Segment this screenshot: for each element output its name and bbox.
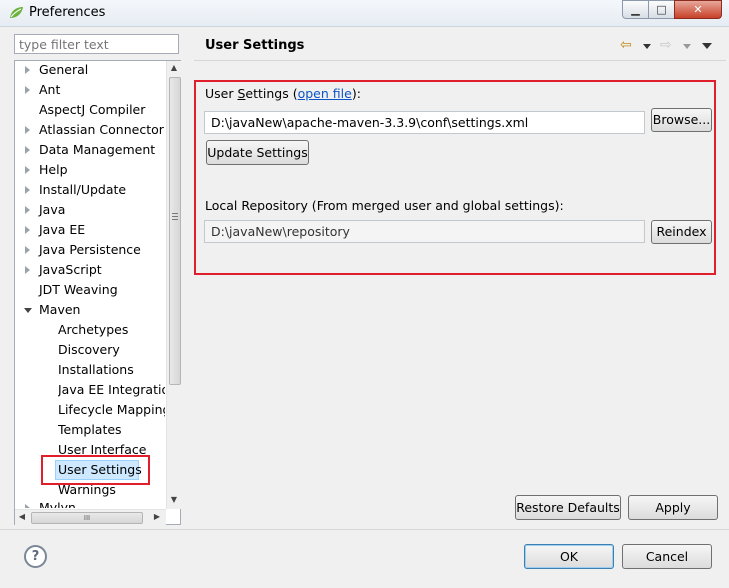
tree-item-label: Java EE	[39, 222, 86, 237]
scroll-up-arrow-icon[interactable]: ▲	[167, 63, 181, 72]
collapsed-arrow-icon[interactable]	[25, 504, 30, 508]
tree-item-label: Java	[39, 202, 66, 217]
tree-item[interactable]: Archetypes	[58, 320, 165, 340]
annotation-highlight-box	[41, 455, 150, 485]
collapsed-arrow-icon[interactable]	[25, 266, 30, 274]
tree-item[interactable]: JDT Weaving	[15, 280, 165, 300]
annotation-highlight-box	[194, 80, 716, 275]
filter-input[interactable]	[14, 34, 179, 54]
tree-item-label: Discovery	[58, 342, 120, 357]
tree-item[interactable]: Templates	[58, 420, 165, 440]
tree-item[interactable]: JavaScript	[15, 260, 165, 280]
open-file-link[interactable]: open file	[298, 86, 352, 101]
footer-divider	[0, 529, 729, 530]
tree-vertical-scrollbar[interactable]: ▲ ▼	[166, 61, 181, 509]
tree-item[interactable]: Java EE Integratio	[58, 380, 165, 400]
help-icon[interactable]: ?	[24, 545, 47, 568]
collapsed-arrow-icon[interactable]	[25, 126, 30, 134]
grip-line	[172, 213, 178, 214]
tree-item[interactable]: Java EE	[15, 220, 165, 240]
collapsed-arrow-icon[interactable]	[25, 226, 30, 234]
header-divider	[194, 60, 726, 61]
user-settings-close: ):	[351, 86, 361, 101]
tree-item[interactable]: Installations	[58, 360, 165, 380]
scroll-down-arrow-icon[interactable]: ▼	[167, 495, 181, 504]
tree-item-label: Java EE Integratio	[58, 382, 165, 397]
collapsed-arrow-icon[interactable]	[25, 66, 30, 74]
update-settings-button[interactable]: Update Settings	[206, 140, 309, 165]
close-button[interactable]: ✕	[674, 0, 722, 19]
tree-item[interactable]: AspectJ Compiler	[15, 100, 165, 120]
tree-vscroll-thumb[interactable]	[169, 77, 181, 385]
browse-button[interactable]: Browse...	[651, 108, 712, 132]
page-title: User Settings	[205, 38, 305, 53]
back-arrow-icon[interactable]: ⇦	[620, 37, 632, 53]
scroll-left-arrow-icon[interactable]: ◀	[17, 512, 27, 521]
tree-item-label: Installations	[58, 362, 134, 377]
tree-item-label: Maven	[39, 302, 81, 317]
tree-item[interactable]: Install/Update	[15, 180, 165, 200]
tree-item-label: JavaScript	[39, 262, 102, 277]
tree-item[interactable]: Mylyn	[15, 498, 165, 508]
user-settings-suffix: ettings (	[245, 86, 298, 101]
tree-item-label: Lifecycle Mapping	[58, 402, 165, 417]
collapsed-arrow-icon[interactable]	[25, 146, 30, 154]
user-settings-label: User Settings (open file):	[205, 86, 361, 101]
back-menu-chevron-icon[interactable]	[643, 44, 651, 49]
tree-item-label: AspectJ Compiler	[39, 102, 146, 117]
cancel-button[interactable]: Cancel	[622, 544, 712, 569]
grip-line	[172, 219, 178, 220]
scroll-right-arrow-icon[interactable]: ▶	[152, 512, 162, 521]
tree-item-label: Ant	[39, 82, 61, 97]
tree-item[interactable]: General	[15, 60, 165, 80]
tree-item[interactable]: Help	[15, 160, 165, 180]
reindex-button[interactable]: Reindex	[651, 220, 712, 244]
maximize-button[interactable]: □	[648, 0, 675, 19]
window-title: Preferences	[29, 5, 106, 20]
forward-menu-chevron-icon[interactable]	[683, 44, 691, 49]
user-settings-path-field[interactable]: D:\javaNew\apache-maven-3.3.9\conf\setti…	[204, 111, 645, 134]
expanded-arrow-icon[interactable]	[24, 308, 32, 313]
collapsed-arrow-icon[interactable]	[25, 246, 30, 254]
tree-item[interactable]: Data Management	[15, 140, 165, 160]
tree-item-label: Archetypes	[58, 322, 129, 337]
tree-item-label: General	[39, 62, 89, 77]
tree-item[interactable]: Discovery	[58, 340, 165, 360]
tree-item[interactable]: Java	[15, 200, 165, 220]
user-settings-prefix: User	[205, 86, 238, 101]
grip-line	[172, 216, 178, 217]
collapsed-arrow-icon[interactable]	[25, 166, 30, 174]
local-repository-path-field: D:\javaNew\repository	[204, 220, 645, 243]
tree-item-label: Help	[39, 162, 68, 177]
apply-button[interactable]: Apply	[628, 495, 718, 520]
collapsed-arrow-icon[interactable]	[25, 206, 30, 214]
eclipse-leaf-icon	[10, 7, 23, 18]
tree-item[interactable]: Ant	[15, 80, 165, 100]
tree-item-label: Data Management	[39, 142, 156, 157]
forward-arrow-icon[interactable]: ⇨	[660, 37, 672, 53]
tree-hscroll-thumb[interactable]: III	[31, 512, 143, 524]
ok-button[interactable]: OK	[524, 544, 614, 569]
tree-item-label: Atlassian Connector	[39, 122, 164, 137]
title-bar	[0, 0, 729, 27]
minimize-button[interactable]: ▁	[622, 0, 649, 19]
collapsed-arrow-icon[interactable]	[25, 186, 30, 194]
tree-item-label: JDT Weaving	[39, 282, 118, 297]
tree-item-label: Mylyn	[39, 500, 76, 508]
tree-item[interactable]: Lifecycle Mapping	[58, 400, 165, 420]
tree-item[interactable]: Maven	[15, 300, 165, 320]
tree-item[interactable]: Java Persistence	[15, 240, 165, 260]
tree-horizontal-scrollbar[interactable]: ◀ III ▶	[15, 509, 166, 525]
restore-defaults-button[interactable]: Restore Defaults	[515, 495, 621, 520]
local-repository-label: Local Repository (From merged user and g…	[205, 198, 564, 213]
tree-item[interactable]: Atlassian Connector	[15, 120, 165, 140]
tree-item-label: Templates	[58, 422, 122, 437]
view-menu-icon[interactable]	[702, 43, 712, 49]
collapsed-arrow-icon[interactable]	[25, 86, 30, 94]
tree-item-label: Java Persistence	[39, 242, 141, 257]
tree-item-label: Install/Update	[39, 182, 127, 197]
